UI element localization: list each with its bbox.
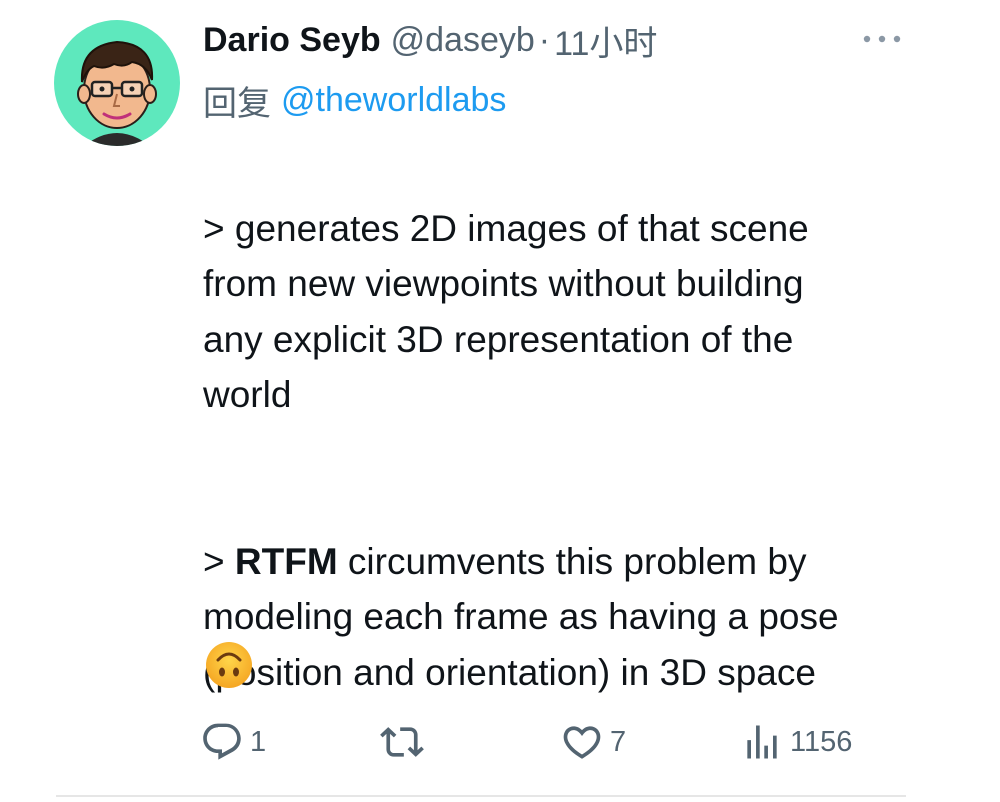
tweet-divider	[56, 795, 906, 797]
upside-down-face-emoji-icon	[204, 640, 254, 690]
avatar[interactable]	[54, 20, 180, 146]
tweet-paragraph-1: > generates 2D images of that scene from…	[203, 207, 809, 416]
reply-context: 回复 @theworldlabs	[203, 76, 506, 124]
tweet-text: > generates 2D images of that scene from…	[203, 145, 923, 756]
author-handle[interactable]: @daseyb	[391, 21, 535, 60]
like-button[interactable]: 7	[560, 712, 626, 772]
paragraph-2-prefix: >	[203, 540, 235, 582]
separator-dot: ·	[538, 20, 551, 59]
views-bar-chart-icon	[747, 725, 777, 759]
avatar-illustration	[77, 40, 157, 146]
views-count: 1156	[790, 725, 853, 758]
like-count: 7	[610, 725, 627, 758]
heart-icon	[563, 726, 601, 759]
action-bar: 1 7 1156	[0, 712, 1000, 772]
retweet-button[interactable]	[380, 712, 430, 772]
rtfm-bold-text: RTFM	[234, 540, 338, 582]
retweet-icon	[380, 727, 424, 757]
more-horizontal-icon	[863, 35, 901, 43]
tweet-paragraph-2: > RTFM circumvents this problem by model…	[203, 534, 923, 701]
more-options-button[interactable]	[860, 24, 904, 54]
reply-icon	[203, 723, 241, 760]
reply-prefix: 回复	[203, 84, 271, 123]
views-button[interactable]: 1156	[740, 712, 852, 772]
tweet-timestamp[interactable]: 11小时	[554, 16, 657, 65]
reply-mention-link[interactable]: @theworldlabs	[281, 81, 506, 120]
author-display-name[interactable]: Dario Seyb	[203, 21, 381, 60]
tweet-header: Dario Seyb @daseyb · 11小时	[203, 16, 657, 64]
tweet[interactable]: Dario Seyb @daseyb · 11小时 回复 @theworldla…	[0, 0, 1000, 802]
reply-count: 1	[250, 725, 267, 758]
reply-button[interactable]: 1	[200, 712, 266, 772]
